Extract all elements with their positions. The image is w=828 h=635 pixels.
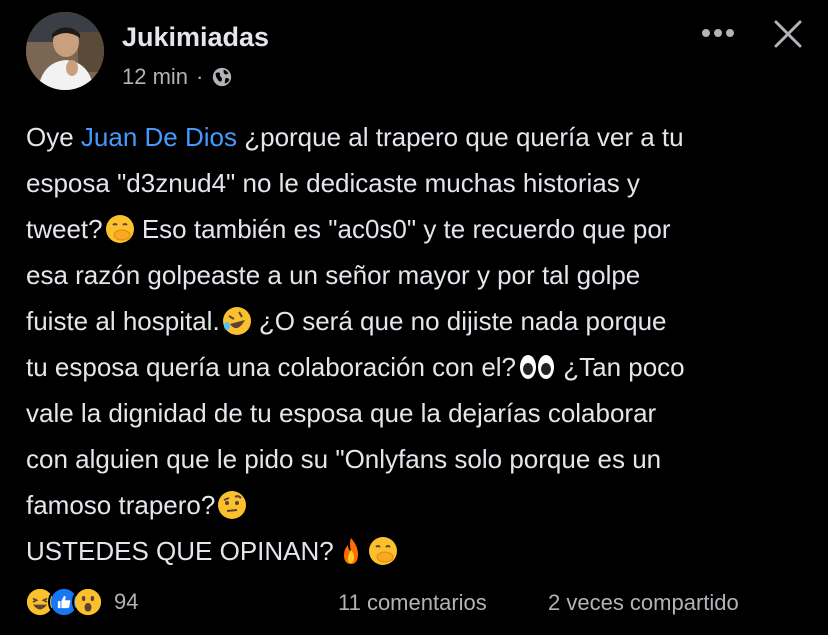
post-header: Jukimiadas 12 min · — [0, 0, 828, 110]
close-icon — [774, 20, 802, 48]
text-segment: ¿Tan poco — [556, 352, 685, 382]
post-time[interactable]: 12 min — [122, 64, 188, 90]
text-line: tweet? Eso también es "ac0s0" y te recue… — [26, 206, 816, 252]
text-line: vale la dignidad de tu esposa que la dej… — [26, 398, 657, 428]
text-segment: USTEDES QUE OPINAN? — [26, 536, 334, 566]
text-segment: Eso también es "ac0s0" y te recuerdo que… — [134, 214, 671, 244]
close-button[interactable] — [768, 14, 808, 54]
text-line: con alguien que le pido su "Onlyfans sol… — [26, 444, 662, 474]
eyes-emoji — [520, 355, 555, 379]
post-meta: 12 min · — [122, 64, 233, 90]
text-segment: Oye — [26, 122, 81, 152]
text-line: famoso trapero? — [26, 482, 816, 528]
more-options-button[interactable] — [696, 18, 740, 48]
post-text: Oye Juan De Dios ¿porque al trapero que … — [26, 114, 816, 574]
hand-over-mouth-emoji — [368, 537, 397, 565]
more-dots-icon — [702, 29, 734, 37]
reactions-summary[interactable]: 94 — [24, 586, 138, 618]
text-segment: ¿porque al trapero que quería ver a tu — [237, 122, 684, 152]
globe-icon — [213, 67, 232, 87]
text-segment: ¿O será que no dijiste nada porque — [251, 306, 667, 336]
text-segment: tweet? — [26, 214, 103, 244]
text-line: fuiste al hospital. ¿O será que no dijis… — [26, 298, 816, 344]
text-line: esposa "d3znud4" no le dedicaste muchas … — [26, 168, 640, 198]
post-footer: 94 11 comentarios 2 veces compartido — [0, 580, 828, 628]
text-line: USTEDES QUE OPINAN? — [26, 528, 816, 574]
rolling-laughing-emoji — [222, 307, 251, 335]
text-segment: tu esposa quería una colaboración con el… — [26, 352, 517, 382]
text-segment: famoso trapero? — [26, 490, 216, 520]
wow-reaction-icon — [72, 586, 104, 618]
meta-separator: · — [196, 64, 204, 89]
text-line: Oye Juan De Dios ¿porque al trapero que … — [26, 114, 816, 160]
avatar[interactable] — [26, 12, 104, 90]
text-segment: fuiste al hospital. — [26, 306, 220, 336]
comments-count-link[interactable]: 11 comentarios — [338, 590, 487, 616]
author-name[interactable]: Jukimiadas — [122, 22, 269, 53]
text-line: esa razón golpeaste a un señor mayor y p… — [26, 260, 641, 290]
mention-link[interactable]: Juan De Dios — [81, 122, 237, 152]
hand-over-mouth-emoji — [105, 215, 134, 243]
raised-eyebrow-emoji — [218, 491, 247, 519]
reaction-count: 94 — [114, 589, 139, 614]
shares-count-link[interactable]: 2 veces compartido — [548, 590, 739, 616]
fire-emoji — [343, 538, 358, 564]
text-line: tu esposa quería una colaboración con el… — [26, 344, 816, 390]
